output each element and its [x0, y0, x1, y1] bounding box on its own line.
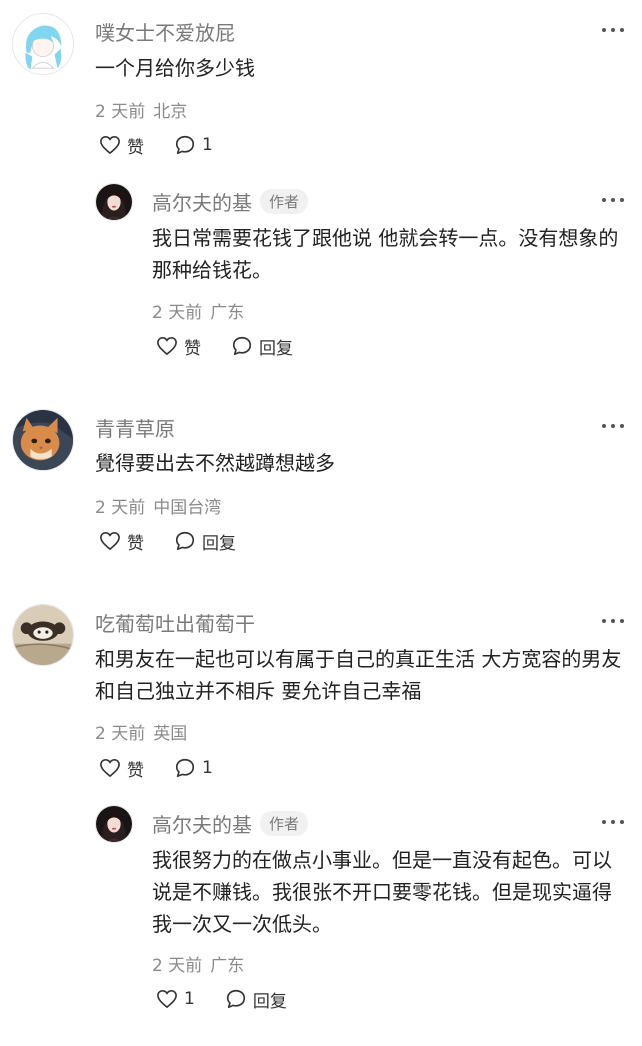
- comment-time: 2 天前: [95, 102, 146, 122]
- avatar[interactable]: [12, 604, 74, 666]
- like-button[interactable]: 1: [156, 989, 195, 1009]
- author-badge: 作者: [260, 189, 309, 214]
- avatar[interactable]: [12, 13, 74, 75]
- heart-icon: [100, 759, 120, 777]
- commenter-name[interactable]: 青青草原: [95, 413, 175, 442]
- avatar[interactable]: [12, 409, 74, 471]
- comment-meta: 2 天前 中国台湾: [95, 493, 221, 518]
- reply-count: 1: [202, 758, 213, 778]
- reply-label: 回复: [252, 991, 287, 1012]
- reply-button[interactable]: 回复: [225, 987, 287, 1012]
- comment-actions: 赞 1: [99, 133, 243, 158]
- reply-text: 我日常需要花钱了跟他说 他就会转一点。没有想象的那种给钱花。: [152, 226, 619, 282]
- reply-meta: 2 天前 广东: [152, 298, 244, 323]
- reply-button[interactable]: 回复: [231, 334, 293, 359]
- comment-bubble-icon: [175, 135, 195, 155]
- like-button[interactable]: 赞: [99, 756, 144, 781]
- comment-bubble-icon: [226, 989, 245, 1009]
- like-button[interactable]: 赞: [156, 334, 201, 359]
- comment-location: 中国台湾: [153, 498, 222, 518]
- comment-bubble-icon: [175, 531, 195, 551]
- like-label: 赞: [127, 533, 144, 554]
- reply-actions: 1 回复: [156, 987, 317, 1012]
- comment-location: 英国: [153, 724, 188, 744]
- comment-text: 一个月给你多少钱: [95, 56, 255, 80]
- comment-meta: 2 天前 英国: [95, 719, 187, 744]
- reply-location: 广东: [210, 303, 245, 323]
- heart-icon: [157, 337, 177, 355]
- reply-button[interactable]: 回复: [174, 529, 236, 554]
- comment-location: 北京: [153, 102, 188, 122]
- author-badge: 作者: [260, 811, 309, 836]
- comment-time: 2 天前: [95, 724, 146, 744]
- like-label: 赞: [127, 760, 144, 781]
- avatar[interactable]: [95, 805, 133, 843]
- author-name-text: 高尔夫的基: [152, 813, 252, 837]
- reply-label: 回复: [202, 533, 236, 554]
- reply-button[interactable]: 1: [174, 757, 213, 779]
- more-options-icon[interactable]: [600, 812, 626, 832]
- comment-time: 2 天前: [95, 498, 146, 518]
- more-options-icon[interactable]: [600, 20, 626, 40]
- author-name-text: 高尔夫的基: [152, 191, 252, 215]
- reply-button[interactable]: 1: [174, 134, 213, 156]
- reply-author-name[interactable]: 高尔夫的基 作者: [152, 809, 309, 838]
- reply-author-name[interactable]: 高尔夫的基 作者: [152, 187, 309, 216]
- like-button[interactable]: 赞: [99, 133, 144, 158]
- comment-bubble-icon: [175, 758, 195, 778]
- reply-time: 2 天前: [152, 303, 203, 323]
- heart-icon: [100, 532, 120, 550]
- comment-bubble-icon: [232, 336, 252, 356]
- more-options-icon[interactable]: [600, 416, 626, 436]
- commenter-name[interactable]: 吃葡萄吐出葡萄干: [95, 608, 255, 637]
- comment-meta: 2 天前 北京: [95, 97, 187, 122]
- reply-location: 广东: [210, 956, 245, 976]
- more-options-icon[interactable]: [600, 611, 626, 631]
- reply-meta: 2 天前 广东: [152, 951, 244, 976]
- commenter-name[interactable]: 噗女士不爱放屁: [95, 17, 235, 46]
- reply-count: 1: [202, 135, 213, 155]
- comment-actions: 赞 回复: [99, 529, 266, 554]
- reply-time: 2 天前: [152, 956, 203, 976]
- like-label: 赞: [184, 338, 201, 359]
- like-count: 1: [184, 989, 195, 1009]
- like-label: 赞: [127, 137, 144, 158]
- reply-label: 回复: [259, 338, 293, 359]
- more-options-icon[interactable]: [600, 190, 626, 210]
- heart-icon: [157, 990, 177, 1008]
- comment-actions: 赞 1: [99, 756, 243, 781]
- comment-text: 覺得要出去不然越蹲想越多: [95, 451, 335, 475]
- like-button[interactable]: 赞: [99, 529, 144, 554]
- reply-actions: 赞 回复: [156, 334, 323, 359]
- reply-text: 我很努力的在做点小事业。但是一直没有起色。可以说是不赚钱。我很张不开口要零花钱。…: [152, 848, 612, 936]
- avatar[interactable]: [95, 183, 133, 221]
- heart-icon: [100, 136, 120, 154]
- comment-text: 和男友在一起也可以有属于自己的真正生活 大方宽容的男友和自己独立并不相斥 要允许…: [95, 647, 622, 703]
